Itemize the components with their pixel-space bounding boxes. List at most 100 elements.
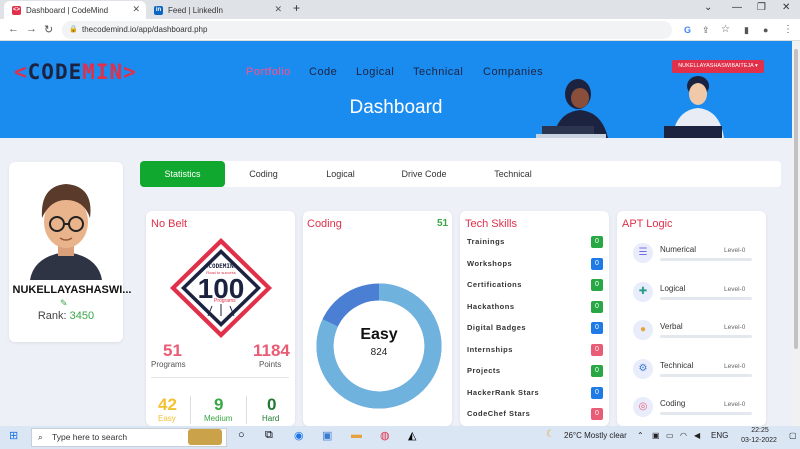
- donut-value: 824: [370, 347, 388, 358]
- apt-progress-bar: [660, 335, 752, 338]
- notification-icon[interactable]: ▢: [789, 431, 797, 440]
- task-view-icon[interactable]: ⧉: [265, 429, 273, 442]
- sidebar-icon[interactable]: ▮: [744, 25, 749, 36]
- lock-icon: 🔒: [69, 26, 78, 33]
- list-icon: ☰: [633, 243, 653, 263]
- woman-at-laptop-illustration: [536, 79, 608, 138]
- close-icon[interactable]: ✕: [132, 4, 140, 15]
- nav-portfolio[interactable]: Portfolio: [246, 66, 291, 78]
- search-icon: ⌕: [38, 432, 43, 442]
- tab-dashboard[interactable]: <> Dashboard | CodeMind ✕: [4, 1, 146, 19]
- tab-linkedin[interactable]: in Feed | LinkedIn ✕: [146, 1, 288, 19]
- divider: [151, 377, 289, 378]
- menu-icon[interactable]: ⋮: [783, 24, 793, 35]
- weather-text[interactable]: 26°C Mostly clear: [564, 431, 627, 440]
- tab-title: Feed | LinkedIn: [168, 5, 224, 15]
- donut-label: Easy: [360, 326, 398, 343]
- nav-technical[interactable]: Technical: [413, 66, 463, 78]
- language-indicator[interactable]: ENG: [711, 431, 728, 440]
- medium-value: 9: [214, 395, 224, 414]
- code-icon: ◎: [633, 397, 653, 417]
- search-highlight-image: [188, 429, 222, 445]
- skill-label: Projects: [467, 366, 501, 375]
- apt-progress-bar: [660, 258, 752, 261]
- minimize-button[interactable]: —: [732, 2, 742, 13]
- chat-icon: ●: [633, 320, 653, 340]
- nav-code[interactable]: Code: [309, 66, 337, 78]
- skill-count-badge: 0: [591, 257, 603, 270]
- edit-icon[interactable]: ✎: [60, 298, 68, 309]
- profile-icon[interactable]: ●: [763, 25, 768, 35]
- no-belt-title: No Belt: [151, 218, 188, 230]
- forward-icon[interactable]: →: [26, 23, 37, 35]
- reload-icon[interactable]: ↻: [44, 23, 53, 36]
- tray-chevron-icon[interactable]: ⌃: [637, 431, 644, 440]
- tab-search-icon[interactable]: ⌄: [704, 2, 712, 13]
- skill-label: Trainings: [467, 237, 505, 246]
- apt-item-label[interactable]: Numerical: [660, 245, 696, 254]
- rank-text: Rank: 3450: [37, 310, 95, 322]
- easy-label: Easy: [158, 414, 176, 423]
- linkedin-favicon-icon: in: [154, 5, 163, 15]
- wifi-icon[interactable]: ◠: [680, 431, 687, 440]
- apt-item-label[interactable]: Technical: [660, 361, 693, 370]
- tray-app-icon[interactable]: ▣: [652, 431, 660, 440]
- divider: [190, 396, 191, 424]
- chrome-icon[interactable]: ◍: [380, 429, 390, 442]
- tab-coding[interactable]: Coding: [225, 161, 302, 187]
- apt-item-label[interactable]: Logical: [660, 284, 685, 293]
- restore-button[interactable]: ❐: [757, 2, 766, 13]
- apt-progress-bar: [660, 412, 752, 415]
- store-icon[interactable]: ▣: [322, 429, 332, 442]
- google-icon[interactable]: G: [684, 25, 691, 35]
- puzzle-icon: ✚: [633, 281, 653, 302]
- skill-count-badge: 0: [591, 365, 603, 377]
- easy-value: 42: [158, 395, 177, 414]
- apt-item-label[interactable]: Verbal: [660, 322, 683, 331]
- app-icon[interactable]: ◭: [408, 429, 416, 442]
- apt-item-label[interactable]: Coding: [660, 399, 685, 408]
- apt-item-level: Level-0: [724, 285, 746, 293]
- skill-count-badge: 0: [591, 236, 603, 248]
- clock-time[interactable]: 22:25: [736, 427, 784, 434]
- battery-icon[interactable]: ▭: [666, 431, 674, 440]
- scrollbar[interactable]: [792, 41, 800, 426]
- tab-drive-code[interactable]: Drive Code: [379, 161, 469, 187]
- cortana-icon[interactable]: ○: [238, 429, 245, 441]
- avatar: [30, 184, 102, 280]
- codemind-favicon-icon: <>: [12, 5, 21, 15]
- skill-count-badge: 0: [591, 322, 603, 334]
- divider: [246, 396, 247, 424]
- skill-count-badge: 0: [591, 279, 603, 291]
- gear-icon: ⚙: [633, 358, 653, 379]
- skill-label: Digital Badges: [467, 323, 527, 332]
- tab-statistics[interactable]: Statistics: [140, 161, 225, 187]
- skill-count-badge: 0: [591, 343, 603, 356]
- medium-label: Medium: [204, 414, 233, 423]
- share-icon[interactable]: ⇪: [702, 25, 710, 36]
- close-icon[interactable]: ✕: [274, 4, 282, 15]
- apt-item-level: Level-0: [724, 247, 746, 254]
- tab-technical[interactable]: Technical: [469, 161, 557, 187]
- apt-item-level: Level-0: [724, 324, 746, 331]
- windows-start-icon[interactable]: ⊞: [9, 429, 18, 442]
- nav-logical[interactable]: Logical: [356, 66, 394, 78]
- edge-icon[interactable]: ◉: [294, 429, 304, 442]
- close-window-button[interactable]: ✕: [782, 2, 790, 13]
- apt-progress-bar: [660, 373, 752, 377]
- apt-progress-bar: [660, 296, 752, 300]
- volume-icon[interactable]: ◀: [694, 431, 700, 440]
- coding-title: Coding: [307, 218, 342, 230]
- skill-count-badge: 0: [591, 408, 603, 420]
- back-icon[interactable]: ←: [8, 23, 19, 35]
- codemind-logo[interactable]: <CODEMIN>: [14, 60, 137, 84]
- profile-name: NUKELLAYASHASWI...: [12, 284, 132, 296]
- bookmark-star-icon[interactable]: ☆: [721, 24, 730, 35]
- file-explorer-icon[interactable]: ▬: [351, 429, 362, 441]
- new-tab-button[interactable]: +: [293, 1, 300, 15]
- hard-label: Hard: [262, 414, 280, 423]
- clock-date[interactable]: 03-12-2022: [730, 437, 788, 444]
- tab-logical[interactable]: Logical: [302, 161, 379, 187]
- apt-item-level: Level-0: [724, 401, 746, 408]
- address-bar[interactable]: 🔒 thecodemind.io/app/dashboard.php: [62, 21, 672, 39]
